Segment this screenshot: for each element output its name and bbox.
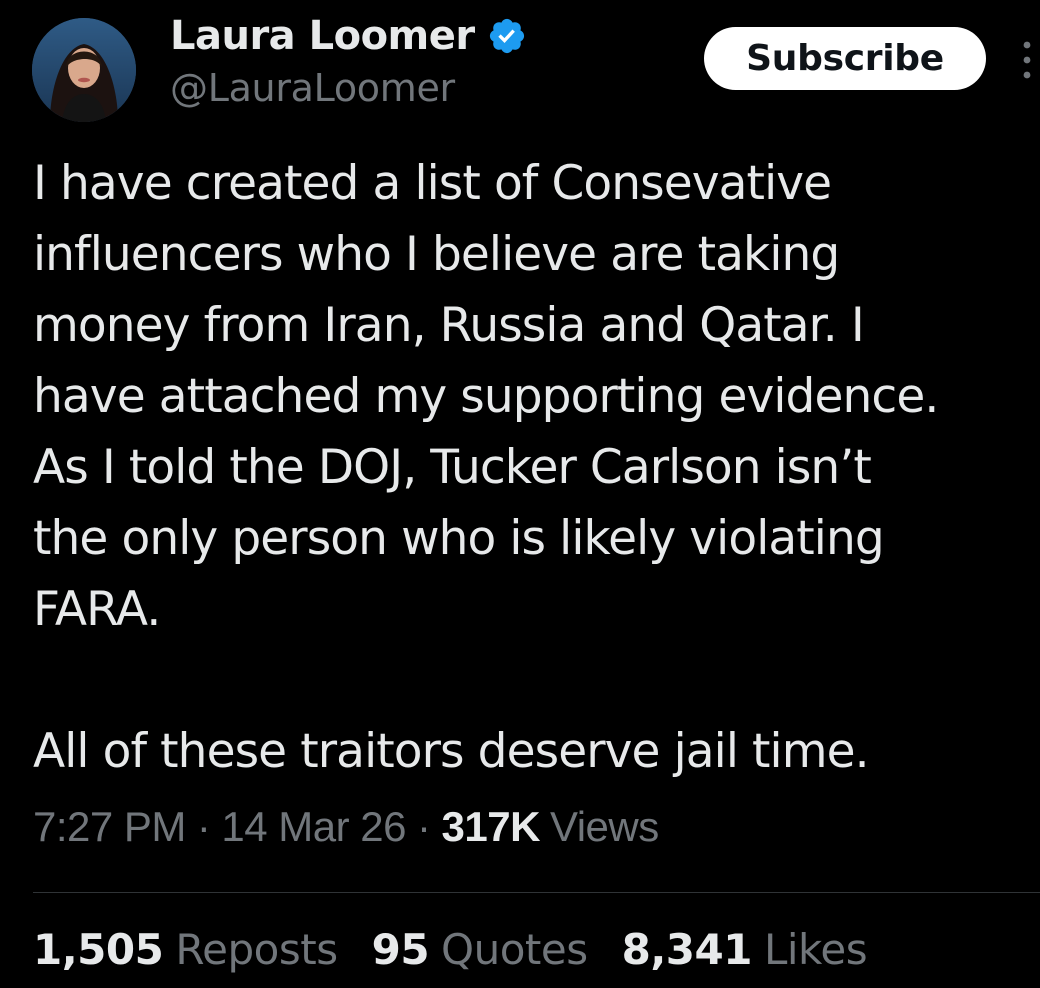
- verified-badge-icon[interactable]: [487, 16, 527, 56]
- tweet-date[interactable]: 14 Mar 26: [221, 803, 406, 851]
- avatar-image: [32, 18, 136, 122]
- views-label: Views: [549, 803, 659, 850]
- divider: [33, 892, 1040, 893]
- reposts-stat[interactable]: 1,505 Reposts: [33, 925, 338, 974]
- quotes-label: Quotes: [441, 925, 588, 974]
- reposts-count: 1,505: [33, 925, 164, 974]
- author-block: Laura Loomer @LauraLoomer: [170, 10, 527, 110]
- quotes-count: 95: [371, 925, 430, 974]
- tweet-header: Laura Loomer @LauraLoomer Subscribe: [0, 0, 1040, 130]
- likes-label: Likes: [763, 925, 868, 974]
- tweet-stats: 1,505 Reposts 95 Quotes 8,341 Likes: [33, 925, 901, 974]
- views-count: 317K: [441, 803, 541, 850]
- tweet-meta: 7:27 PM · 14 Mar 26 · 317K Views: [33, 803, 659, 851]
- tweet-time[interactable]: 7:27 PM: [33, 803, 186, 851]
- likes-stat[interactable]: 8,341 Likes: [621, 925, 868, 974]
- tweet-text: I have created a list of Consevative inf…: [33, 156, 939, 779]
- display-name[interactable]: Laura Loomer: [170, 13, 475, 59]
- avatar[interactable]: [32, 18, 136, 122]
- more-vertical-icon[interactable]: [1014, 30, 1040, 90]
- display-name-row: Laura Loomer: [170, 10, 527, 62]
- quotes-stat[interactable]: 95 Quotes: [371, 925, 589, 974]
- likes-count: 8,341: [621, 925, 753, 974]
- reposts-label: Reposts: [175, 925, 338, 974]
- subscribe-button[interactable]: Subscribe: [704, 27, 986, 90]
- meta-separator: ·: [196, 803, 211, 850]
- meta-separator: ·: [417, 803, 431, 850]
- handle[interactable]: @LauraLoomer: [170, 66, 527, 110]
